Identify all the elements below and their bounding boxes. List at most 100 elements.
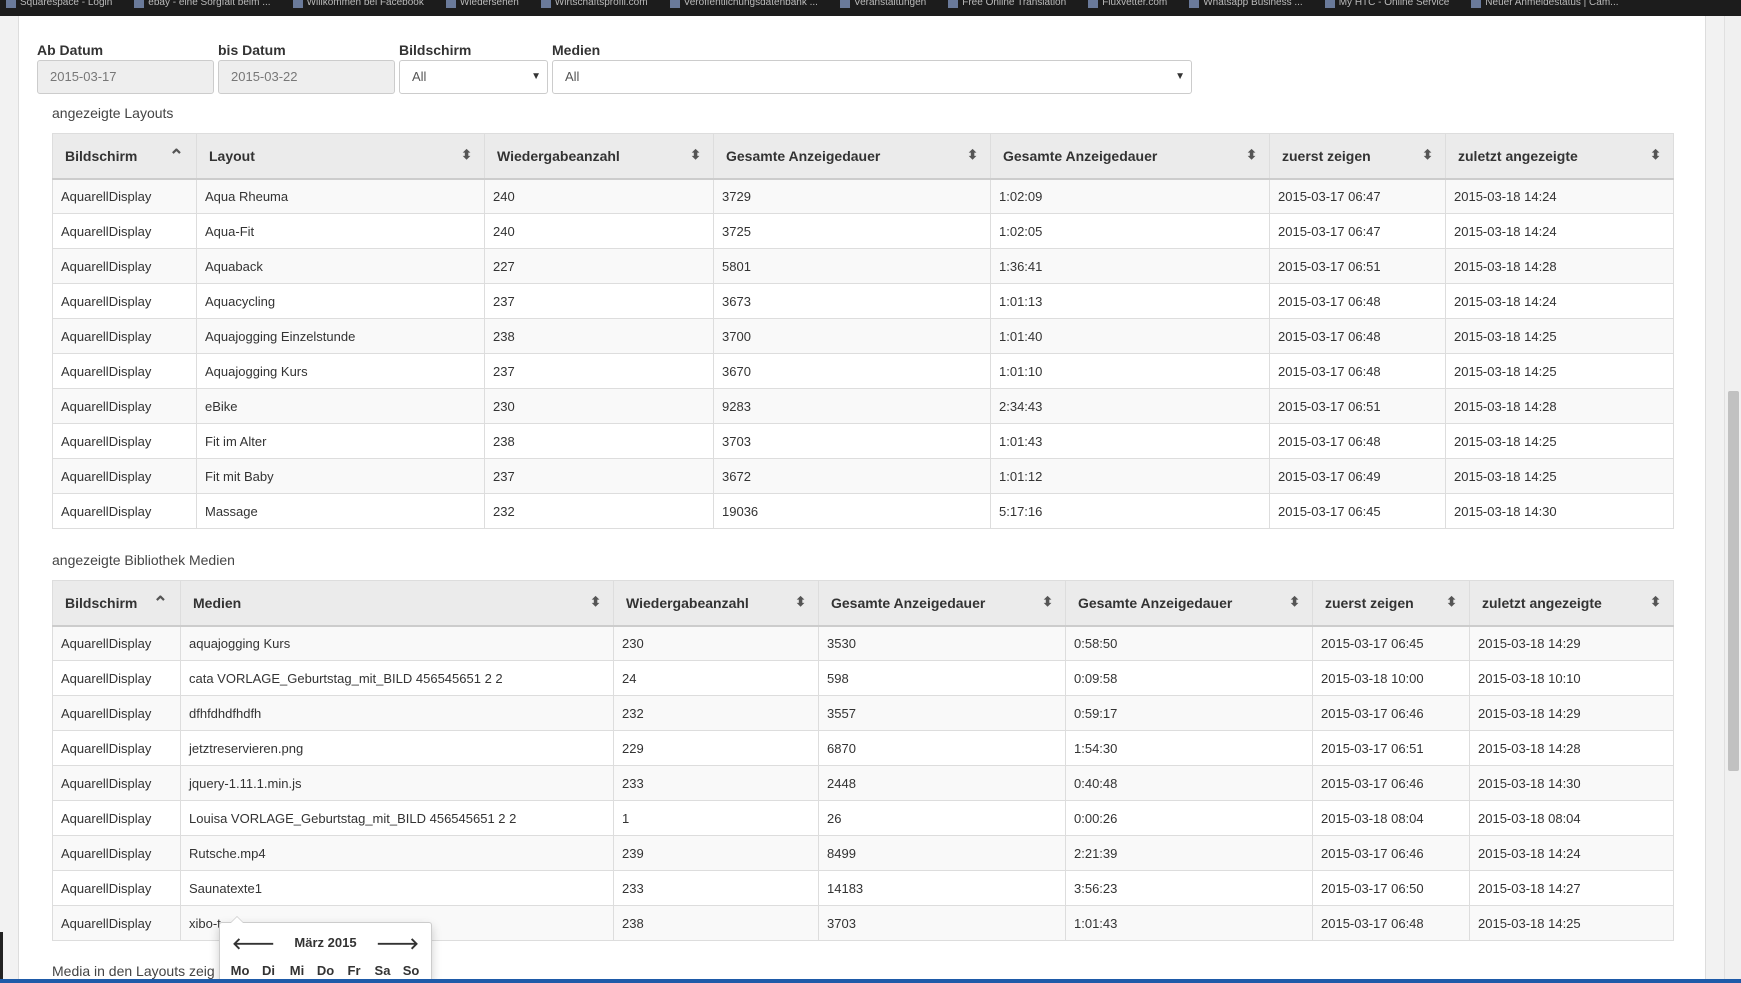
sort-icon: ⬍ <box>1650 594 1661 609</box>
column-header[interactable]: zuletzt angezeigte ⬍ <box>1469 580 1674 627</box>
table-cell: 2015-03-17 06:49 <box>1269 458 1446 494</box>
table-cell: 2015-03-17 06:46 <box>1312 835 1470 871</box>
media-select[interactable]: All ▼ <box>552 60 1192 94</box>
column-header[interactable]: Gesamte Anzeigedauer ⬍ <box>990 133 1270 180</box>
table-cell: 5801 <box>713 248 991 284</box>
from-date-input[interactable]: 2015-03-17 <box>37 60 214 94</box>
bookmark-item[interactable]: Willkommen bei Facebook <box>293 0 424 8</box>
table-cell: 2015-03-17 06:51 <box>1312 730 1470 766</box>
column-header[interactable]: Wiedergabeanzahl ⬍ <box>484 133 714 180</box>
table-cell: 598 <box>818 660 1066 696</box>
column-header[interactable]: Gesamte Anzeigedauer ⬍ <box>818 580 1066 627</box>
to-date-label: bis Datum <box>218 42 286 58</box>
bookmark-item[interactable]: Squarespace - Login <box>6 0 112 8</box>
column-header-label: zuletzt angezeigte <box>1482 594 1602 611</box>
table-cell: 2015-03-18 14:25 <box>1445 423 1674 459</box>
table-cell: Aquajogging Einzelstunde <box>196 318 485 354</box>
table-cell: AquarellDisplay <box>52 835 181 871</box>
bookmark-item[interactable]: Wirtschaftsprofil.com <box>541 0 648 8</box>
bookmark-item[interactable]: Whatsapp Business ... <box>1189 0 1303 8</box>
bookmark-item[interactable]: Veranstaltungen <box>840 0 926 8</box>
bookmark-item[interactable]: Neuer Anmeldestatus | Cam... <box>1471 0 1618 8</box>
to-date-input[interactable]: 2015-03-22 <box>218 60 395 94</box>
table-row[interactable]: AquarellDisplay Aquaback 227 5801 1:36:41 201… <box>52 248 1674 284</box>
table-cell: 2015-03-17 06:47 <box>1269 178 1446 214</box>
table-cell: 232 <box>613 695 819 731</box>
bookmark-item[interactable]: ebay - eine Sorgfalt beim ... <box>134 0 270 8</box>
display-select[interactable]: All ▼ <box>399 60 548 94</box>
table-cell: AquarellDisplay <box>52 625 181 661</box>
table-cell: 3557 <box>818 695 1066 731</box>
table-row[interactable]: AquarellDisplay Aqua-Fit 240 3725 1:02:05 201… <box>52 213 1674 249</box>
to-date-filter: bis Datum 2015-03-22 <box>218 40 395 94</box>
bookmark-item[interactable]: My HTC - Online Service <box>1325 0 1450 8</box>
sort-icon: ⬍ <box>1289 594 1300 609</box>
table-row[interactable]: AquarellDisplay Massage 232 19036 5:17:16 201… <box>52 493 1674 529</box>
media-filter: Medien All ▼ <box>552 40 1192 94</box>
table-row[interactable]: AquarellDisplay Louisa VORLAGE_Geburtstag… <box>52 800 1674 836</box>
column-header[interactable]: zuerst zeigen ⬍ <box>1312 580 1470 627</box>
table-cell: 0:00:26 <box>1065 800 1313 836</box>
table-cell: 2015-03-17 06:51 <box>1269 388 1446 424</box>
table-row[interactable]: AquarellDisplay Aquajogging Kurs 237 3670 1:… <box>52 353 1674 389</box>
table-row[interactable]: AquarellDisplay Fit im Alter 238 3703 1:01:4… <box>52 423 1674 459</box>
bookmark-item[interactable]: Free Online Translation <box>948 0 1066 8</box>
table-cell: 2015-03-18 14:28 <box>1445 248 1674 284</box>
table-row[interactable]: AquarellDisplay eBike 230 9283 2:34:43 2015-0… <box>52 388 1674 424</box>
column-header[interactable]: Wiedergabeanzahl ⬍ <box>613 580 819 627</box>
column-header[interactable]: zuerst zeigen ⬍ <box>1269 133 1446 180</box>
table-cell: 8499 <box>818 835 1066 871</box>
column-header[interactable]: Bildschirm ⌃ <box>52 580 181 627</box>
table-cell: 24 <box>613 660 819 696</box>
table-row[interactable]: AquarellDisplay Saunatexte1 233 14183 3:56:2… <box>52 870 1674 906</box>
sort-icon: ⬍ <box>1042 594 1053 609</box>
column-header[interactable]: Gesamte Anzeigedauer ⬍ <box>1065 580 1313 627</box>
table-row[interactable]: AquarellDisplay Fit mit Baby 237 3672 1:01:1… <box>52 458 1674 494</box>
table-row[interactable]: AquarellDisplay jetztreservieren.png 229 68… <box>52 730 1674 766</box>
table-cell: Aquajogging Kurs <box>196 353 485 389</box>
table-row[interactable]: AquarellDisplay jquery-1.11.1.min.js 233 24… <box>52 765 1674 801</box>
column-header[interactable]: Bildschirm ⌃ <box>52 133 197 180</box>
table-row[interactable]: AquarellDisplay Rutsche.mp4 239 8499 2:21:39… <box>52 835 1674 871</box>
table-cell: 3672 <box>713 458 991 494</box>
weekday-label: Fr <box>347 963 361 978</box>
table-row[interactable]: AquarellDisplay Aqua Rheuma 240 3729 1:02:09… <box>52 178 1674 214</box>
table-row[interactable]: AquarellDisplay cata VORLAGE_Geburtstag_m… <box>52 660 1674 696</box>
weekday-label: Mi <box>289 963 305 978</box>
table-row[interactable]: AquarellDisplay Aquacycling 237 3673 1:01:13… <box>52 283 1674 319</box>
table-row[interactable]: AquarellDisplay aquajogging Kurs 230 3530 0:… <box>52 625 1674 661</box>
table-cell: 3530 <box>818 625 1066 661</box>
table-cell: AquarellDisplay <box>52 458 197 494</box>
table-row[interactable]: AquarellDisplay dfhfdhdfhdfh 232 3557 0:59:1… <box>52 695 1674 731</box>
bookmark-item[interactable]: Wiedersehen <box>446 0 519 8</box>
bookmark-item[interactable]: Veröffentlichungsdatenbank ... <box>670 0 818 8</box>
table-cell: 2015-03-18 14:28 <box>1445 388 1674 424</box>
sort-icon: ⬍ <box>1650 147 1661 162</box>
table-cell: 3703 <box>713 423 991 459</box>
table-cell: 230 <box>613 625 819 661</box>
table-row[interactable]: AquarellDisplay Aquajogging Einzelstunde 2… <box>52 318 1674 354</box>
table-cell: Rutsche.mp4 <box>180 835 614 871</box>
scrollbar-thumb[interactable] <box>1728 391 1739 771</box>
page-scrollbar[interactable] <box>1724 16 1741 983</box>
weekday-label: Do <box>316 963 335 978</box>
table-cell: 0:40:48 <box>1065 765 1313 801</box>
table-cell: 240 <box>484 178 714 214</box>
table-cell: AquarellDisplay <box>52 388 197 424</box>
media-select-value: All <box>565 69 580 84</box>
sort-icon: ⬍ <box>1446 594 1457 609</box>
sort-icon: ⬍ <box>690 147 701 162</box>
column-header[interactable]: Medien ⬍ <box>180 580 614 627</box>
taskbar <box>0 979 1741 983</box>
table-cell: AquarellDisplay <box>52 318 197 354</box>
media-label: Medien <box>552 42 601 58</box>
media-section-title: angezeigte Bibliothek Medien <box>52 552 235 568</box>
column-header[interactable]: Gesamte Anzeigedauer ⬍ <box>713 133 991 180</box>
table-cell: 230 <box>484 388 714 424</box>
table-cell: dfhfdhdfhdfh <box>180 695 614 731</box>
column-header[interactable]: Layout ⬍ <box>196 133 485 180</box>
column-header[interactable]: zuletzt angezeigte ⬍ <box>1445 133 1674 180</box>
sort-icon: ⬍ <box>1246 147 1257 162</box>
arrow-right-icon[interactable]: 🡒 <box>376 933 419 954</box>
bookmark-item[interactable]: Fluxvetter.com <box>1088 0 1167 8</box>
